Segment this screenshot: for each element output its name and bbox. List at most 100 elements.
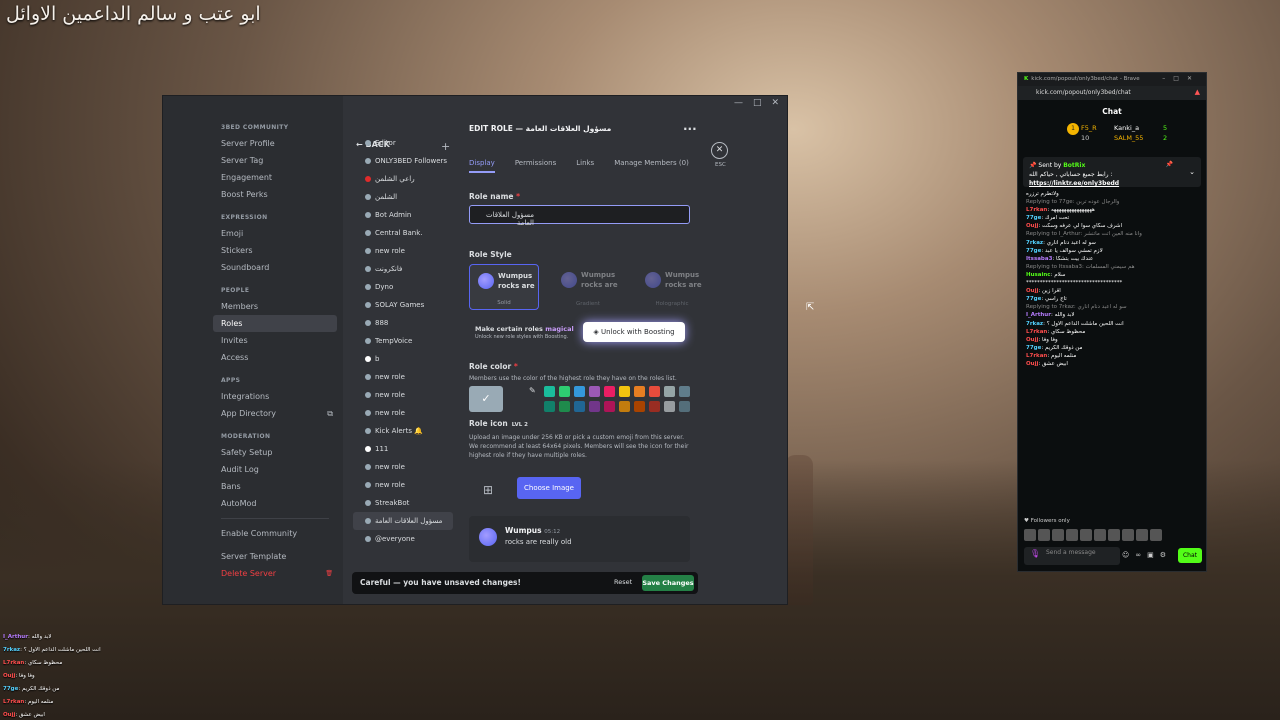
role-list-item[interactable]: Editor bbox=[353, 134, 453, 152]
chat-username[interactable]: 77ge bbox=[1026, 248, 1041, 254]
emote-icon[interactable] bbox=[1108, 529, 1120, 541]
nav-item-delete-server[interactable]: Delete Server 🗑 bbox=[213, 565, 337, 582]
emote-icon[interactable] bbox=[1080, 529, 1092, 541]
nav-item-server-tag[interactable]: Server Tag bbox=[213, 152, 337, 169]
microphone-icon[interactable]: 🎙 bbox=[1030, 550, 1040, 558]
color-swatch[interactable] bbox=[604, 401, 615, 412]
color-swatch[interactable] bbox=[649, 386, 660, 397]
tab-manage-members[interactable]: Manage Members (0) bbox=[614, 159, 689, 173]
color-swatch[interactable] bbox=[544, 401, 555, 412]
nav-item-access[interactable]: Access bbox=[213, 349, 337, 366]
color-swatch[interactable] bbox=[559, 401, 570, 412]
nav-item-invites[interactable]: Invites bbox=[213, 332, 337, 349]
role-list-item[interactable]: ONLY3BED Followers bbox=[353, 152, 453, 170]
trash-icon[interactable]: 🗑 bbox=[325, 565, 333, 582]
emote-icon[interactable] bbox=[1150, 529, 1162, 541]
image-upload-icon[interactable]: ⊞ bbox=[483, 483, 493, 497]
default-color-swatch[interactable]: ✓ bbox=[469, 386, 503, 412]
emote-icon[interactable] bbox=[1052, 529, 1064, 541]
color-swatch[interactable] bbox=[679, 401, 690, 412]
color-swatch[interactable] bbox=[664, 401, 675, 412]
role-list-item[interactable]: Central Bank. bbox=[353, 224, 453, 242]
chat-username[interactable]: Oujj bbox=[1026, 361, 1038, 367]
role-name-input[interactable]: مسؤول العلاقات العامة bbox=[469, 205, 690, 227]
nav-item-emoji[interactable]: Emoji bbox=[213, 225, 337, 242]
nav-item-app-directory[interactable]: App Directory ⧉ bbox=[213, 405, 337, 422]
tab-permissions[interactable]: Permissions bbox=[515, 159, 556, 173]
unlock-boosting-button[interactable]: ◈ Unlock with Boosting bbox=[583, 322, 685, 342]
color-swatch[interactable] bbox=[559, 386, 570, 397]
address-bar[interactable]: kick.com/popout/only3bed/chat ▲ bbox=[1018, 86, 1206, 100]
color-swatch[interactable] bbox=[649, 401, 660, 412]
role-list-item[interactable]: new role bbox=[353, 368, 453, 386]
role-list-item[interactable]: Kick Alerts 🔔 bbox=[353, 422, 453, 440]
nav-item-members[interactable]: Members bbox=[213, 298, 337, 315]
reset-button[interactable]: Reset bbox=[614, 578, 632, 586]
color-swatch[interactable] bbox=[544, 386, 555, 397]
role-style-solid[interactable]: Wumpus rocks are Solid bbox=[469, 264, 539, 310]
pinned-link[interactable]: https://linktr.ee/only3bedd bbox=[1029, 179, 1195, 188]
nav-item-soundboard[interactable]: Soundboard bbox=[213, 259, 337, 276]
emoji-icon[interactable]: ☺ bbox=[1122, 551, 1129, 559]
role-list-item[interactable]: StreakBot bbox=[353, 494, 453, 512]
more-options-icon[interactable]: ··· bbox=[683, 122, 697, 136]
chat-username[interactable]: 77ge bbox=[1026, 345, 1041, 351]
gift-icon[interactable]: ▣ bbox=[1147, 551, 1154, 559]
role-list-item[interactable]: SOLAY Games bbox=[353, 296, 453, 314]
brave-shield-icon[interactable]: ▲ bbox=[1195, 88, 1200, 96]
role-list-item[interactable]: Bot Admin bbox=[353, 206, 453, 224]
save-changes-button[interactable]: Save Changes bbox=[642, 575, 694, 591]
role-list-item[interactable]: مسؤول العلاقات العامة bbox=[353, 512, 453, 530]
role-style-holographic[interactable]: Wumpus rocks are Holographic bbox=[637, 264, 707, 310]
chat-username[interactable]: L7rkan bbox=[1026, 207, 1047, 213]
nav-item-stickers[interactable]: Stickers bbox=[213, 242, 337, 259]
color-swatch[interactable] bbox=[619, 401, 630, 412]
role-list-item[interactable]: new role bbox=[353, 458, 453, 476]
role-list-item[interactable]: new role bbox=[353, 386, 453, 404]
nav-item-roles[interactable]: Roles bbox=[213, 315, 337, 332]
close-icon[interactable]: ✕ bbox=[711, 142, 728, 159]
color-swatch[interactable] bbox=[619, 386, 630, 397]
chat-username[interactable]: 77ge bbox=[1026, 296, 1041, 302]
color-swatch[interactable] bbox=[574, 401, 585, 412]
unpin-icon[interactable]: 📌 bbox=[1166, 160, 1173, 169]
role-list-item[interactable]: Dyno bbox=[353, 278, 453, 296]
browser-window-controls[interactable]: –□✕ bbox=[1162, 75, 1200, 82]
emote-icon[interactable] bbox=[1122, 529, 1134, 541]
chat-send-button[interactable]: Chat bbox=[1178, 548, 1202, 563]
role-style-gradient[interactable]: Wumpus rocks are Gradient bbox=[553, 264, 623, 310]
eyedropper-icon[interactable]: ✎ bbox=[529, 386, 536, 395]
role-list-item[interactable]: TempVoice bbox=[353, 332, 453, 350]
role-list-item[interactable]: b bbox=[353, 350, 453, 368]
role-list-item[interactable]: الشلمن bbox=[353, 188, 453, 206]
color-swatch[interactable] bbox=[589, 386, 600, 397]
gifter-2-name[interactable]: Kanki_a bbox=[1114, 124, 1139, 132]
choose-image-button[interactable]: Choose Image bbox=[517, 477, 581, 499]
role-list-item[interactable]: 111 bbox=[353, 440, 453, 458]
emote-icon[interactable] bbox=[1038, 529, 1050, 541]
color-swatch[interactable] bbox=[679, 386, 690, 397]
nav-item-enable-community[interactable]: Enable Community bbox=[213, 525, 337, 542]
nav-item-automod[interactable]: AutoMod bbox=[213, 495, 337, 512]
color-swatch[interactable] bbox=[589, 401, 600, 412]
emote-icon[interactable] bbox=[1136, 529, 1148, 541]
chat-username[interactable]: I_Arthur bbox=[1026, 312, 1051, 318]
role-list-item[interactable]: @everyone bbox=[353, 530, 453, 548]
nav-item-engagement[interactable]: Engagement bbox=[213, 169, 337, 186]
emote-icon[interactable] bbox=[1066, 529, 1078, 541]
chat-username[interactable]: L7rkan bbox=[1026, 353, 1047, 359]
chat-username[interactable]: Itssaba3 bbox=[1026, 256, 1052, 262]
color-swatch[interactable] bbox=[574, 386, 585, 397]
tab-links[interactable]: Links bbox=[576, 159, 594, 173]
chat-username[interactable]: Oujj bbox=[1026, 337, 1038, 343]
role-list-item[interactable]: new role bbox=[353, 404, 453, 422]
emote-icon[interactable] bbox=[1094, 529, 1106, 541]
nav-item-integrations[interactable]: Integrations bbox=[213, 388, 337, 405]
chevron-down-icon[interactable]: ⌄ bbox=[1189, 168, 1195, 177]
chat-username[interactable]: Husainc bbox=[1026, 272, 1051, 278]
chat-username[interactable]: 77ge bbox=[1026, 215, 1041, 221]
chat-username[interactable]: Oujj bbox=[1026, 223, 1038, 229]
color-swatch[interactable] bbox=[634, 386, 645, 397]
tab-display[interactable]: Display bbox=[469, 159, 495, 173]
role-list-item[interactable]: فانكرونت bbox=[353, 260, 453, 278]
